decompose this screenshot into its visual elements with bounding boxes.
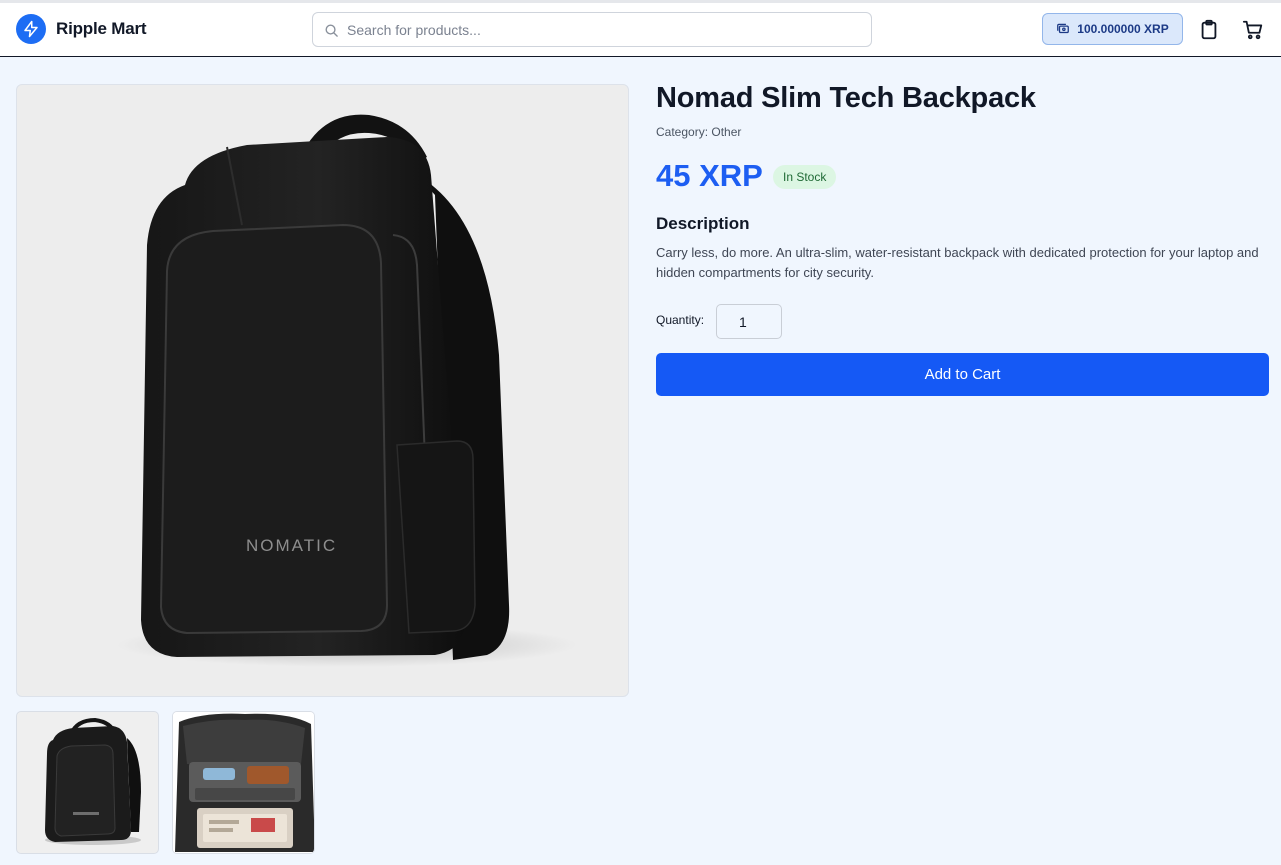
- add-to-cart-button[interactable]: Add to Cart: [656, 353, 1269, 396]
- cart-icon[interactable]: [1242, 19, 1264, 41]
- brand-name: Ripple Mart: [56, 19, 147, 38]
- thumbnail-2[interactable]: [172, 711, 315, 854]
- search-bar[interactable]: [312, 12, 872, 47]
- wallet-icon: [1057, 23, 1070, 34]
- search-input[interactable]: [347, 13, 863, 46]
- wallet-balance-button[interactable]: 100.000000 XRP: [1042, 13, 1183, 45]
- clipboard-icon[interactable]: [1198, 19, 1220, 41]
- bolt-icon: [16, 14, 46, 44]
- product-description: Carry less, do more. An ultra-slim, wate…: [656, 245, 1259, 280]
- main-product-image: NOMATIC: [16, 84, 629, 697]
- description-heading: Description: [656, 214, 750, 233]
- thumbnail-1[interactable]: [16, 711, 159, 854]
- brand-mark: NOMATIC: [246, 536, 337, 555]
- brand-logo[interactable]: Ripple Mart: [16, 14, 147, 44]
- product-category: Category: Other: [656, 125, 742, 139]
- stock-status-badge: In Stock: [773, 165, 837, 189]
- quantity-label: Quantity:: [656, 313, 705, 327]
- site-header: Ripple Mart 100.000000 XRP: [0, 3, 1281, 57]
- search-icon: [325, 24, 338, 37]
- quantity-input[interactable]: [716, 304, 782, 339]
- product-title: Nomad Slim Tech Backpack: [656, 82, 1036, 114]
- balance-amount: 100.000000 XRP: [1077, 22, 1169, 36]
- product-price: 45 XRP: [656, 158, 763, 193]
